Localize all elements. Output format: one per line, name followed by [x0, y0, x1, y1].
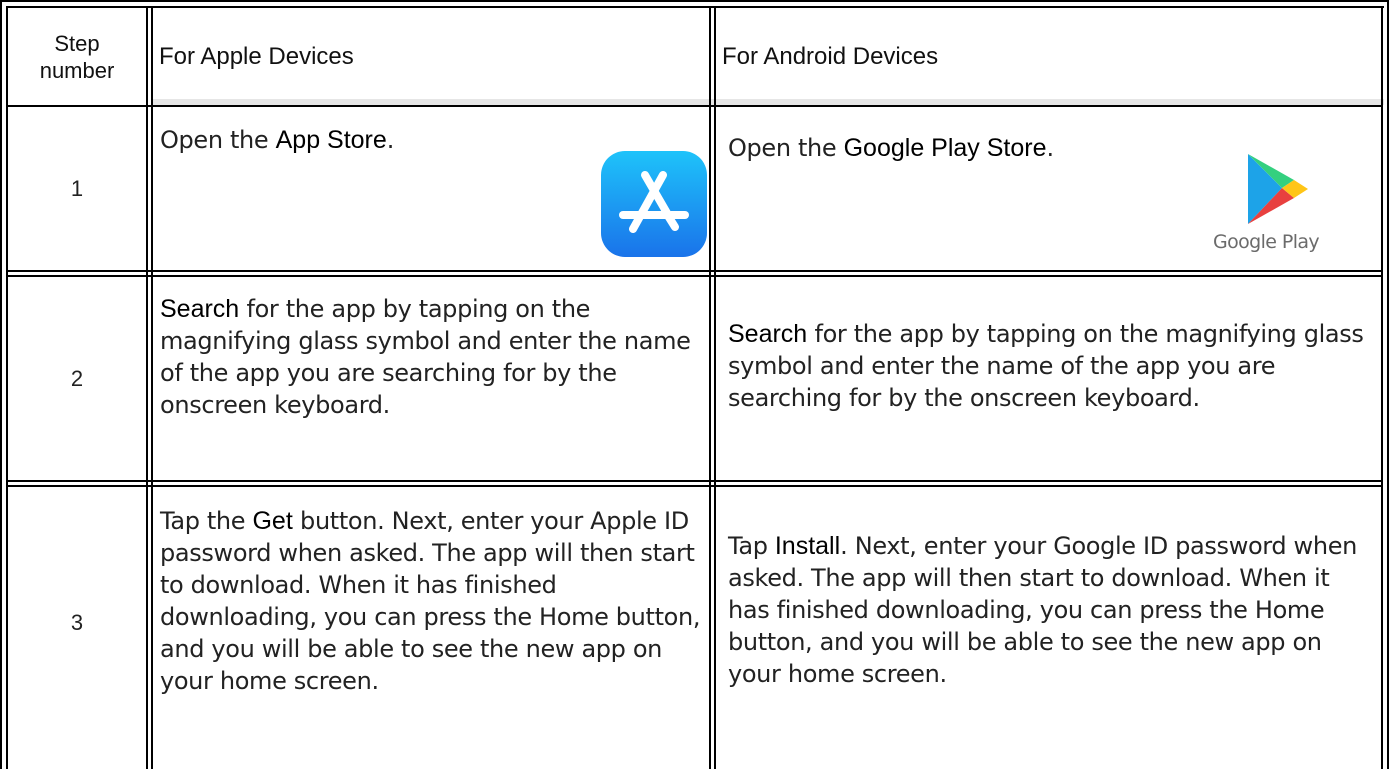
- header-step-label: Step number: [39, 30, 115, 83]
- app-store-icon: [601, 151, 707, 257]
- text: Tap: [728, 532, 775, 560]
- bold-text: App Store: [275, 126, 387, 154]
- row-2-number: 2: [8, 277, 146, 480]
- header-apple: For Apple Devices: [159, 8, 707, 105]
- col-divider-2b: [714, 6, 716, 769]
- text: .: [386, 126, 395, 154]
- step-number: 1: [70, 175, 84, 201]
- col-divider-1b: [151, 6, 153, 769]
- bold-text: Google Play Store: [843, 134, 1047, 162]
- col-divider-2a: [709, 6, 711, 769]
- step-number: 3: [70, 610, 84, 635]
- row-1-number: 1: [8, 107, 146, 270]
- row-3-apple: Tap the Get button. Next, enter your App…: [160, 505, 708, 697]
- row-2-android: Search for the app by tapping on the mag…: [728, 318, 1378, 414]
- google-play-icon: [1240, 150, 1310, 230]
- bold-text: Search: [160, 295, 240, 323]
- row-divider-3: [6, 480, 1383, 482]
- row-divider-2: [6, 270, 1383, 272]
- col-divider-1a: [146, 6, 148, 769]
- row-divider-2b: [6, 275, 1383, 277]
- frame-right-inner: [1381, 6, 1383, 769]
- bold-text: Get: [252, 507, 293, 535]
- row-2-apple: Search for the app by tapping on the mag…: [160, 293, 705, 421]
- text: for the app by tapping on the magnifying…: [160, 295, 691, 419]
- bold-text: Install: [774, 532, 841, 560]
- header-step-number: Step number: [8, 8, 146, 105]
- frame-left: [0, 0, 2, 769]
- row-3-number: 3: [8, 487, 146, 769]
- header-android: For Android Devices: [722, 8, 1377, 105]
- frame-top: [0, 0, 1389, 2]
- header-apple-label: For Apple Devices: [159, 42, 354, 70]
- row-1-android: Open the Google Play Store.: [728, 132, 1188, 164]
- text: Open the: [728, 134, 844, 162]
- row-divider-3b: [6, 485, 1383, 487]
- text: Tap the: [160, 507, 253, 535]
- text: for the app by tapping on the magnifying…: [728, 320, 1364, 412]
- text: .: [1046, 134, 1055, 162]
- text: button. Next, enter your Apple ID passwo…: [160, 507, 701, 695]
- step-number: 2: [70, 365, 84, 391]
- row-1-apple: Open the App Store.: [160, 124, 600, 156]
- bold-text: Search: [728, 320, 808, 348]
- header-android-label: For Android Devices: [722, 42, 939, 70]
- text: Open the: [160, 126, 276, 154]
- row-divider-1: [6, 105, 1383, 107]
- google-play-wordmark: Google Play: [1213, 231, 1320, 253]
- row-3-android: Tap Install. Next, enter your Google ID …: [728, 530, 1378, 690]
